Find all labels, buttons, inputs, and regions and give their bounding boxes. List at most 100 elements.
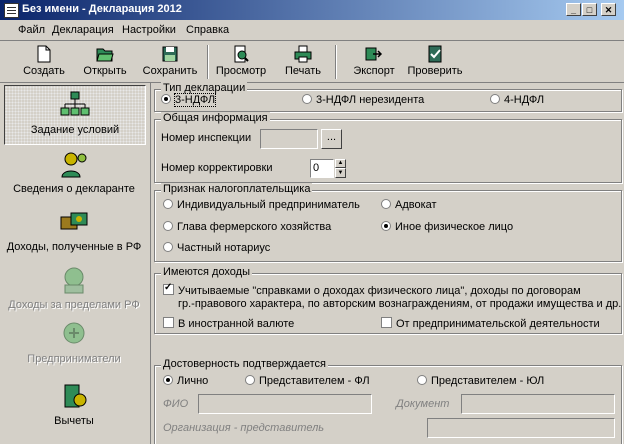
menu-settings[interactable]: Настройки <box>122 24 176 36</box>
maximize-button[interactable]: □ <box>582 3 597 16</box>
menu-declaration[interactable]: Декларация <box>52 24 114 36</box>
nav-entrepreneurs[interactable]: Предприниматели <box>0 319 148 367</box>
radio-unchecked <box>381 199 391 209</box>
radio-unchecked <box>302 94 312 104</box>
inspection-input[interactable] <box>260 129 318 149</box>
radio-checked <box>381 221 391 231</box>
organization-input[interactable] <box>427 418 615 438</box>
confirm-representative-legal[interactable]: Представителем - ЮЛ <box>417 375 544 387</box>
spin-up-icon[interactable]: ▲ <box>335 159 346 168</box>
export-label: Экспорт <box>353 65 395 77</box>
check-document-icon <box>428 45 442 63</box>
export-icon <box>365 47 383 61</box>
organization-label: Организация - представитель <box>163 422 325 434</box>
inspection-browse-button[interactable]: ... <box>321 129 342 149</box>
income-foreign-currency-checkbox[interactable]: В иностранной валюте <box>163 317 294 330</box>
radio-unchecked <box>490 94 500 104</box>
nav-conditions[interactable]: Задание условий <box>4 85 146 145</box>
floppy-disk-icon <box>162 46 178 62</box>
confirm-representative-individual[interactable]: Представителем - ФЛ <box>245 375 370 387</box>
nav-income-rf-label: Доходы, полученные в РФ <box>6 241 142 253</box>
nav-declarant[interactable]: Сведения о декларанте <box>0 149 148 197</box>
income-abroad-icon <box>64 267 84 294</box>
radio-unchecked <box>163 199 173 209</box>
inspection-label: Номер инспекции <box>161 132 252 144</box>
fio-label: ФИО <box>163 398 189 410</box>
income-title: Имеются доходы <box>161 266 253 278</box>
minimize-button[interactable]: _ <box>566 3 581 16</box>
title-bar[interactable]: Без имени - Декларация 2012 _ □ ✕ <box>0 0 624 20</box>
radio-unchecked <box>163 221 173 231</box>
radio-unchecked <box>245 375 255 385</box>
print-button[interactable]: Печать <box>280 43 326 81</box>
nav-income-abroad[interactable]: Доходы за пределами РФ <box>0 265 148 313</box>
taxpayer-notary[interactable]: Частный нотариус <box>163 242 270 254</box>
taxpayer-other-individual[interactable]: Иное физическое лицо <box>381 221 513 233</box>
nav-entrepreneurs-label: Предприниматели <box>27 353 121 365</box>
printer-icon <box>294 45 312 63</box>
toolbar: Создать Открыть Сохранить Просмотр Печат… <box>0 41 624 83</box>
menu-help[interactable]: Справка <box>186 24 229 36</box>
income-group: Имеются доходы Учитываемые "справками о … <box>154 266 622 334</box>
toolbar-separator <box>207 45 208 79</box>
nav-income-abroad-label: Доходы за пределами РФ <box>8 299 140 311</box>
checkbox-checked <box>163 282 174 295</box>
taxpayer-individual-entrepreneur[interactable]: Индивидуальный предприниматель <box>163 199 360 211</box>
fio-input[interactable] <box>198 394 372 414</box>
create-label: Создать <box>23 65 65 77</box>
radio-checked <box>161 94 171 104</box>
save-label: Сохранить <box>142 65 198 77</box>
radio-unchecked <box>417 375 427 385</box>
open-label: Открыть <box>83 65 127 77</box>
taxpayer-farm-head[interactable]: Глава фермерского хозяйства <box>163 221 331 233</box>
open-button[interactable]: Открыть <box>80 43 130 81</box>
preview-button[interactable]: Просмотр <box>213 43 269 81</box>
entrepreneurs-icon <box>63 322 85 344</box>
check-button[interactable]: Проверить <box>404 43 466 81</box>
menu-file[interactable]: Файл <box>18 24 45 36</box>
radio-unchecked <box>163 242 173 252</box>
income-certified-checkbox[interactable]: Учитываемые "справками о доходах физичес… <box>163 282 581 297</box>
close-button[interactable]: ✕ <box>601 3 616 16</box>
taxpayer-lawyer[interactable]: Адвокат <box>381 199 437 211</box>
taxpayer-group: Признак налогоплательщика Индивидуальный… <box>154 183 622 262</box>
radio-checked <box>163 375 173 385</box>
export-button[interactable]: Экспорт <box>348 43 400 81</box>
nav-declarant-label: Сведения о декларанте <box>13 183 135 195</box>
deductions-icon <box>64 384 87 408</box>
nav-deductions[interactable]: Вычеты <box>0 381 148 429</box>
correction-input[interactable]: 0 <box>310 159 334 178</box>
checkbox-unchecked <box>381 317 392 328</box>
spin-down-icon[interactable]: ▼ <box>335 168 346 178</box>
toolbar-separator <box>335 45 336 79</box>
confirm-personally[interactable]: Лично <box>163 375 208 387</box>
preview-icon <box>234 45 249 63</box>
decl-type-3ndfl[interactable]: 3-НДФЛ <box>161 93 217 107</box>
new-document-icon <box>37 45 51 63</box>
create-button[interactable]: Создать <box>18 43 70 81</box>
decl-type-4ndfl[interactable]: 4-НДФЛ <box>490 94 544 106</box>
document-input[interactable] <box>461 394 615 414</box>
declarant-icon <box>61 152 87 178</box>
window-title: Без имени - Декларация 2012 <box>22 3 182 15</box>
navigation-panel: Задание условий Сведения о декларанте До… <box>0 83 151 444</box>
income-rf-icon <box>60 212 88 230</box>
general-info-title: Общая информация <box>161 112 270 124</box>
save-button[interactable]: Сохранить <box>139 43 201 81</box>
nav-conditions-label: Задание условий <box>30 124 120 136</box>
income-business-checkbox[interactable]: От предпринимательской деятельности <box>381 317 600 330</box>
checkbox-unchecked <box>163 317 174 328</box>
confirmation-title: Достоверность подтверждается <box>161 358 328 370</box>
folder-open-icon <box>96 48 114 62</box>
decl-type-3ndfl-nonresident[interactable]: 3-НДФЛ нерезидента <box>302 94 424 106</box>
declaration-type-group: Тип декларации 3-НДФЛ 3-НДФЛ нерезидента… <box>154 82 622 112</box>
income-certified-line2: гр.-правового характера, по авторским во… <box>178 298 622 310</box>
declaration-type-title: Тип декларации <box>161 82 248 94</box>
document-label: Документ <box>396 398 450 410</box>
print-label: Печать <box>284 65 322 77</box>
menu-bar: Файл Декларация Настройки Справка <box>0 20 624 41</box>
nav-income-rf[interactable]: Доходы, полученные в РФ <box>0 207 148 255</box>
correction-spinner[interactable]: ▲ ▼ <box>335 159 346 178</box>
preview-label: Просмотр <box>215 65 267 77</box>
nav-deductions-label: Вычеты <box>54 415 94 427</box>
